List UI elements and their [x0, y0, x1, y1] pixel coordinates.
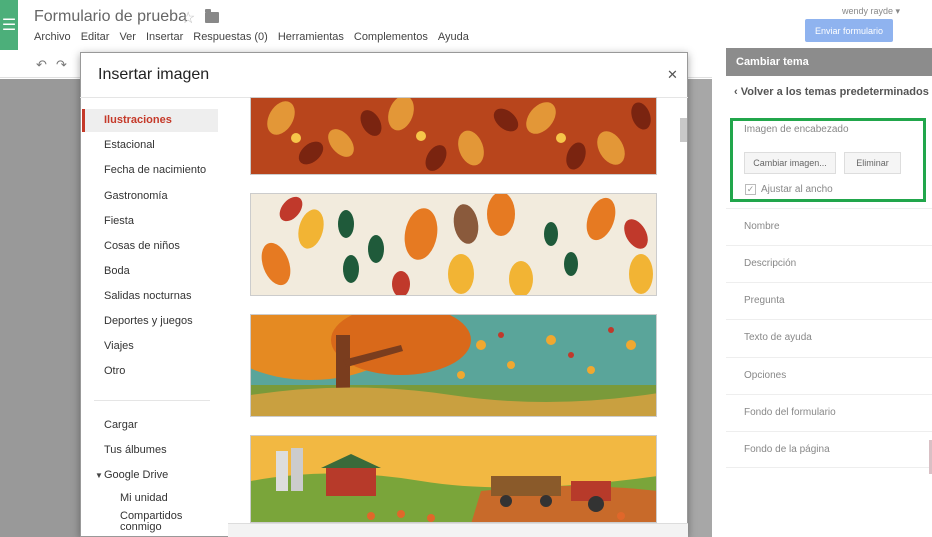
fit-width-checkbox[interactable]: ✓	[745, 184, 756, 195]
canvas-left-strip	[0, 79, 80, 537]
user-menu[interactable]: wendy rayde ▾	[842, 6, 900, 17]
gallery-image[interactable]	[250, 97, 657, 175]
category-estacional[interactable]: Estacional	[104, 139, 155, 151]
source-tus-albumes[interactable]: Tus álbumes	[104, 444, 167, 456]
dialog-title: Insertar imagen	[98, 66, 210, 83]
drive-compartidos[interactable]: Compartidos conmigo	[120, 511, 200, 533]
submit-form-button[interactable]: Enviar formulario	[805, 19, 893, 42]
drive-mi-unidad[interactable]: Mi unidad	[120, 492, 168, 504]
category-salidas-nocturnas[interactable]: Salidas nocturnas	[104, 290, 191, 302]
source-cargar[interactable]: Cargar	[104, 419, 138, 431]
menu-ayuda[interactable]: Ayuda	[438, 31, 469, 43]
category-boda[interactable]: Boda	[104, 265, 130, 277]
category-otro[interactable]: Otro	[104, 365, 125, 377]
section-pregunta[interactable]: Pregunta	[726, 282, 932, 319]
menu-ver[interactable]: Ver	[119, 31, 136, 43]
gallery-image[interactable]	[250, 314, 657, 417]
category-fiesta[interactable]: Fiesta	[104, 215, 134, 227]
category-gastronomia[interactable]: Gastronomía	[104, 190, 168, 202]
menu-complementos[interactable]: Complementos	[354, 31, 428, 43]
change-image-button[interactable]: Cambiar imagen...	[744, 152, 836, 174]
redo-icon[interactable]: ↷	[56, 57, 67, 73]
back-to-default-themes-link[interactable]: ‹ Volver a los temas predeterminados	[734, 86, 929, 98]
star-icon[interactable]: ☆	[181, 8, 195, 28]
section-descripcion[interactable]: Descripción	[726, 245, 932, 282]
undo-icon[interactable]: ↶	[36, 57, 47, 73]
menu-herramientas[interactable]: Herramientas	[278, 31, 344, 43]
category-ilustraciones[interactable]: Ilustraciones	[104, 114, 172, 126]
category-fecha-nacimiento[interactable]: Fecha de nacimiento	[104, 164, 206, 176]
chevron-down-icon[interactable]: ▼	[95, 471, 103, 480]
gallery-image[interactable]	[250, 435, 657, 523]
section-opciones[interactable]: Opciones	[726, 357, 932, 394]
header-image-label: Imagen de encabezado	[744, 124, 849, 135]
section-fondo-pagina[interactable]: Fondo de la página	[726, 431, 932, 468]
source-google-drive[interactable]: Google Drive	[104, 469, 168, 481]
section-fondo-formulario[interactable]: Fondo del formulario	[726, 394, 932, 431]
folder-icon[interactable]	[205, 9, 219, 23]
gallery-image[interactable]	[250, 193, 657, 296]
menubar: Archivo Editar Ver Insertar Respuestas (…	[34, 31, 479, 43]
delete-image-button[interactable]: Eliminar	[844, 152, 901, 174]
gallery-footer	[228, 523, 688, 537]
category-cosas-ninos[interactable]: Cosas de niños	[104, 240, 180, 252]
menu-archivo[interactable]: Archivo	[34, 31, 71, 43]
menu-insertar[interactable]: Insertar	[146, 31, 183, 43]
menu-respuestas[interactable]: Respuestas (0)	[193, 31, 268, 43]
close-icon[interactable]: ✕	[667, 67, 678, 83]
section-nombre[interactable]: Nombre	[726, 208, 932, 245]
doc-title[interactable]: Formulario de prueba	[34, 8, 187, 26]
fit-width-label[interactable]: Ajustar al ancho	[761, 184, 833, 195]
section-texto-ayuda[interactable]: Texto de ayuda	[726, 319, 932, 356]
category-viajes[interactable]: Viajes	[104, 340, 134, 352]
sidebar-divider	[94, 400, 210, 401]
category-deportes-juegos[interactable]: Deportes y juegos	[104, 315, 193, 327]
menu-icon[interactable]: ☰	[0, 0, 18, 50]
gallery-scrollbar[interactable]	[680, 118, 687, 142]
menu-editar[interactable]: Editar	[81, 31, 110, 43]
theme-panel-title: Cambiar tema	[726, 48, 932, 76]
